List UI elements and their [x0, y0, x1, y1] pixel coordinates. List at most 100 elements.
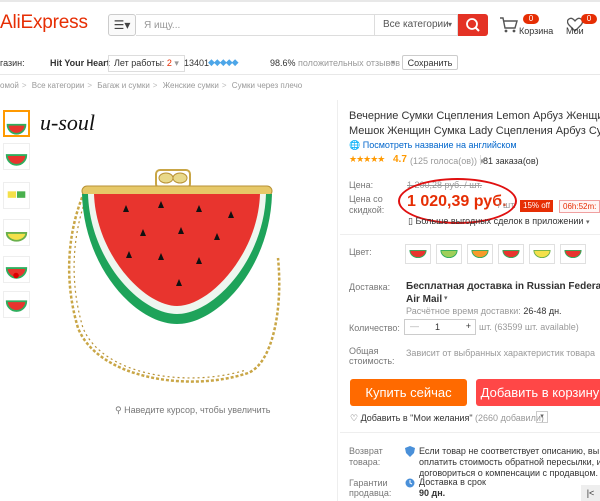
quantity-label: Количество: [349, 323, 400, 333]
shipping-time-label: Расчётное время доставки: [406, 306, 521, 316]
chevron-down-icon[interactable]: ▾ [391, 58, 395, 67]
minus-icon[interactable]: — [410, 321, 419, 331]
total-label: Общая [349, 346, 379, 356]
positive-feedback-label[interactable]: положительных отзывов [298, 58, 400, 68]
breadcrumb: омой > Все категории > Багаж и сумки > Женс… [0, 81, 303, 90]
add-to-cart-button[interactable]: Добавить в корзину [476, 379, 600, 406]
divider [0, 74, 600, 75]
cart-label[interactable]: Корзина [519, 26, 553, 36]
total-label: стоимость: [349, 356, 395, 366]
divider [480, 155, 481, 165]
plus-icon[interactable]: + [466, 321, 471, 331]
votes-count: (125 голоса(ов)) [410, 156, 478, 166]
translate-title-label: Посмотреть название на английском [362, 140, 517, 150]
phone-icon: ▯ [408, 216, 413, 226]
color-swatch[interactable] [498, 244, 524, 264]
store-years-label: Лет работы: [114, 58, 165, 68]
product-title-line: Мешок Женщин Сумка Lady Сцепления Арбуз … [349, 125, 600, 137]
chevron-left-icon[interactable]: |< [581, 485, 600, 501]
save-store-button[interactable]: Сохранить [402, 55, 458, 70]
divider [337, 100, 338, 501]
guarantee-label: Гарантии [349, 478, 388, 488]
shipping-time: Расчётное время доставки: 26-48 дн. [406, 306, 562, 316]
color-swatch[interactable] [436, 244, 462, 264]
store-years-value: 2 [166, 58, 172, 68]
return-label: товара: [349, 457, 381, 467]
cart-icon[interactable] [499, 16, 519, 34]
discount-price-label: скидкой: [349, 205, 385, 215]
color-swatch[interactable] [529, 244, 555, 264]
price-label: Цена: [349, 180, 374, 190]
orders-count: 81 заказа(ов) [483, 156, 539, 166]
total-value: Зависит от выбранных характеристик товар… [406, 348, 595, 358]
product-title: Вечерние Сумки Сцепления Lemon Арбуз Жен… [349, 109, 600, 139]
chevron-down-icon: ▾ [585, 219, 590, 226]
app-deals-link[interactable]: ▯ Больше выгодных сделок в приложении ▾ [408, 216, 589, 227]
shipping-carrier[interactable]: Air Mail [406, 294, 442, 305]
breadcrumb-item[interactable]: омой [0, 81, 19, 90]
return-policy-line: оплатить стоимость обратной пересылки, и… [419, 457, 600, 467]
quantity-available: шт. (63599 шт. available) [479, 322, 579, 332]
app-deals-label: Больше выгодных сделок в приложении [415, 216, 584, 226]
return-label: Возврат [349, 446, 383, 456]
color-swatch[interactable] [467, 244, 493, 264]
clock-icon [405, 478, 415, 488]
color-swatch[interactable] [560, 244, 586, 264]
return-policy-line: Если товар не соответствует описанию, вы… [419, 446, 600, 456]
search-category-select[interactable]: Все категории ▾ [374, 14, 458, 36]
breadcrumb-item[interactable]: Все категории [32, 81, 85, 90]
wishlist-label[interactable]: Мои [566, 26, 584, 36]
shipping-label: Доставка: [349, 282, 391, 292]
breadcrumb-item[interactable]: Женские сумки [163, 81, 219, 90]
chevron-down-icon: ▾ [447, 20, 452, 29]
countdown-timer: 06h:52m: [559, 200, 600, 213]
zoom-hint-text: Наведите курсор, чтобы увеличить [124, 405, 271, 415]
thumbnail[interactable] [3, 219, 30, 246]
product-image[interactable] [38, 108, 286, 398]
aliexpress-logo[interactable]: AliExpress [0, 12, 88, 34]
guarantee-text: Доставка в срок [419, 477, 486, 487]
add-to-wishlist-label: Добавить в "Мои желания" [360, 413, 473, 423]
thumbnail[interactable] [3, 256, 30, 283]
guarantee-label: продавца: [349, 488, 392, 498]
rating-value: 4.7 [393, 154, 407, 165]
translate-title-link[interactable]: 🌐 Посмотреть название на английском [349, 140, 517, 151]
buy-now-button[interactable]: Купить сейчас [350, 379, 467, 406]
cart-count-badge: 0 [523, 14, 539, 24]
rating-stars-icon: ★★★★★ [349, 154, 385, 164]
discount-price-label: Цена со [349, 194, 383, 204]
store-score: 13401 [184, 58, 210, 68]
magnifier-icon: ⚲ [115, 405, 122, 415]
shipping-time-value: 26-48 дн. [523, 306, 562, 316]
quantity-value[interactable]: 1 [435, 322, 440, 332]
thumbnail[interactable] [3, 143, 30, 170]
top-border [0, 0, 600, 2]
thumbnail[interactable] [3, 110, 30, 137]
search-button[interactable] [458, 14, 488, 36]
store-name-link[interactable]: Hit Your Heart [50, 58, 110, 68]
guarantee-days: 90 дн. [419, 488, 446, 498]
return-policy-text: Если товар не соответствует описанию, вы… [419, 446, 600, 479]
wishlist-count-badge: 0 [581, 14, 597, 24]
store-label: газин: [0, 58, 25, 68]
add-to-wishlist-link[interactable]: ♡ Добавить в "Мои желания" (2660 добавил… [350, 413, 544, 424]
store-years-badge: Лет работы: 2 ▾ [108, 55, 185, 72]
color-label: Цвет: [349, 247, 372, 257]
thumbnail[interactable] [3, 182, 30, 209]
breadcrumb-item[interactable]: Багаж и сумки [97, 81, 150, 90]
globe-icon: 🌐 [349, 140, 361, 150]
categories-menu-button[interactable]: ☰▾ [108, 14, 136, 36]
quantity-stepper[interactable]: — 1 + [404, 319, 476, 335]
zoom-hint: ⚲ Наведите курсор, чтобы увеличить [115, 405, 271, 416]
votes-link[interactable]: (125 голоса(ов)) ▾ [410, 156, 484, 167]
positive-feedback-pct: 98.6% [270, 58, 296, 68]
chevron-down-icon[interactable]: ▾ [536, 411, 548, 423]
divider [340, 432, 600, 433]
wishlist-add-count: (2660 добавили) [475, 413, 544, 423]
chevron-down-icon[interactable]: ▾ [444, 294, 448, 302]
thumbnail[interactable] [3, 291, 30, 318]
search-input[interactable] [139, 14, 379, 36]
breadcrumb-item-current: Сумки через плечо [231, 81, 303, 90]
color-swatch[interactable] [405, 244, 431, 264]
search-category-label: Все категории [383, 19, 449, 30]
